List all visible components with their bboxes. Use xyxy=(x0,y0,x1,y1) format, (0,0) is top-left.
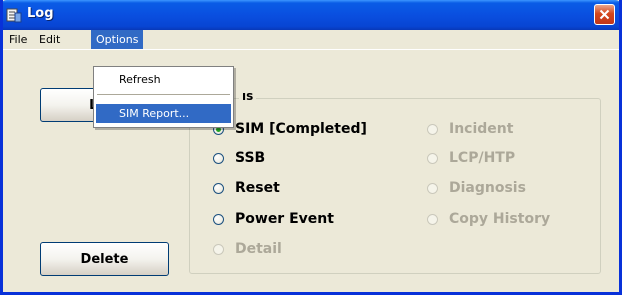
radio-label: Detail xyxy=(235,241,282,257)
menu-edit[interactable]: Edit xyxy=(34,30,65,49)
radio-label: LCP/HTP xyxy=(449,150,516,166)
menu-item-refresh[interactable]: Refresh xyxy=(96,70,231,89)
radio-reset[interactable]: Reset xyxy=(213,178,280,198)
radio-icon xyxy=(213,182,224,194)
groupbox-legend: ıs xyxy=(239,89,257,103)
radio-lcp-htp: LCP/HTP xyxy=(427,148,515,168)
options-dropdown-menu: Refresh SIM Report... xyxy=(93,66,234,128)
radio-diagnosis: Diagnosis xyxy=(427,178,526,198)
radio-icon xyxy=(213,213,224,225)
title-bar[interactable]: Log xyxy=(3,0,619,30)
radio-sim-completed[interactable]: SIM [Completed] xyxy=(213,119,367,139)
log-app-icon xyxy=(6,8,22,23)
radio-detail: Detail xyxy=(213,239,282,259)
radio-ssb[interactable]: SSB xyxy=(213,148,265,168)
radio-label: Power Event xyxy=(235,211,334,227)
menu-file[interactable]: File xyxy=(4,30,32,49)
radio-icon xyxy=(213,152,224,164)
radio-label: Copy History xyxy=(449,211,551,227)
radio-icon xyxy=(213,243,224,255)
close-button[interactable] xyxy=(594,4,615,25)
radio-label: Incident xyxy=(449,121,514,137)
menu-bar: File Edit Options xyxy=(3,30,619,50)
radio-icon xyxy=(427,182,438,194)
menu-separator xyxy=(97,94,230,95)
radio-icon xyxy=(427,123,438,135)
radio-incident: Incident xyxy=(427,119,513,139)
radio-label: Diagnosis xyxy=(449,180,526,196)
radio-label: SSB xyxy=(235,150,266,166)
radio-label: SIM [Completed] xyxy=(235,121,367,137)
menu-item-sim-report[interactable]: SIM Report... xyxy=(96,104,231,123)
radio-icon xyxy=(427,213,438,225)
radio-label: Reset xyxy=(235,180,280,196)
close-icon xyxy=(599,9,610,20)
menu-options[interactable]: Options xyxy=(91,30,144,49)
delete-button-label: Delete xyxy=(80,251,129,267)
window-title: Log xyxy=(27,6,54,21)
radio-icon xyxy=(427,152,438,164)
log-window: Log File Edit Options Li Delete ıs SIM [… xyxy=(0,0,622,295)
radio-copy-history: Copy History xyxy=(427,209,550,229)
radio-power-event[interactable]: Power Event xyxy=(213,209,334,229)
delete-button[interactable]: Delete xyxy=(40,242,169,276)
